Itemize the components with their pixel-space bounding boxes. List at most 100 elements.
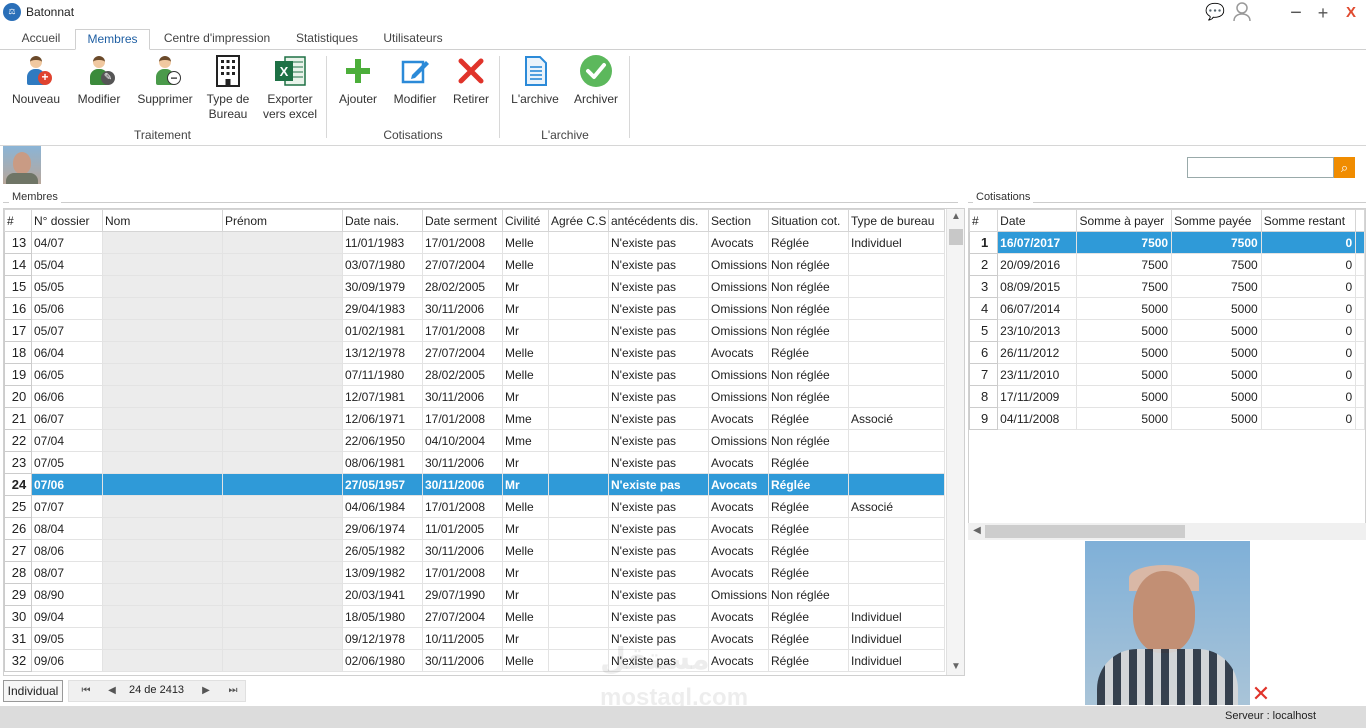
column-header[interactable]: # [969,209,999,232]
column-header[interactable]: Somme payée [1171,209,1262,232]
row-number: 29 [4,583,32,606]
table-row[interactable]: 5 23/10/2013 5000 5000 0 [969,319,1365,342]
members-vertical-scrollbar[interactable]: ▲ ▼ [946,209,964,675]
table-row[interactable]: 7 23/11/2010 5000 5000 0 [969,363,1365,386]
filter-individual-button[interactable]: Individual [3,680,63,702]
table-cell: 29/07/1990 [422,583,503,606]
table-row[interactable]: 17 05/07 01/02/1981 17/01/2008 Mr N'existe pa… [4,319,945,342]
scrollbar-thumb[interactable] [949,229,963,245]
table-row[interactable]: 9 04/11/2008 5000 5000 0 [969,407,1365,430]
table-row[interactable]: 32 09/06 02/06/1980 30/11/2006 Melle N'existe… [4,649,945,672]
column-header[interactable]: Prénom [222,209,343,232]
table-row[interactable]: 28 08/07 13/09/1982 17/01/2008 Mr N'existe pa… [4,561,945,584]
retirer-button[interactable]: Retirer [448,54,494,107]
tab-utilisateurs[interactable]: Utilisateurs [376,29,450,50]
remove-photo-icon[interactable]: ✕ [1251,683,1271,705]
column-header[interactable]: Date [997,209,1078,232]
members-grid[interactable]: # N° dossier Nom Prénom Date nais. Date serme… [3,208,965,676]
table-row[interactable]: 18 06/04 13/12/1978 27/07/2004 Melle N'existe… [4,341,945,364]
table-cell: Avocats [708,605,769,628]
tab-accueil[interactable]: Accueil [12,29,70,50]
table-row[interactable]: 8 17/11/2009 5000 5000 0 [969,385,1365,408]
previous-record-icon[interactable]: ◀ [103,681,121,701]
exporter-excel-button[interactable]: X Exporter vers excel [259,54,321,122]
table-row[interactable]: 30 09/04 18/05/1980 27/07/2004 Melle N'existe… [4,605,945,628]
table-row[interactable]: 24 07/06 27/05/1957 30/11/2006 Mr N'existe pa… [4,473,945,496]
table-cell: 02/06/1980 [342,649,423,672]
table-row[interactable]: 22 07/04 22/06/1950 04/10/2004 Mme N'existe p… [4,429,945,452]
column-header[interactable]: Somme restant [1260,209,1357,232]
next-record-icon[interactable]: ▶ [197,681,215,701]
type-de-bureau-button[interactable]: Type de Bureau [202,54,254,122]
table-cell: 04/07 [31,231,103,254]
maximize-icon[interactable]: + [1312,2,1334,24]
table-cell: Non réglée [768,429,849,452]
tab-membres[interactable]: Membres [75,29,150,50]
table-cell [1355,231,1365,254]
table-row[interactable]: 16 05/06 29/04/1983 30/11/2006 Mr N'existe pa… [4,297,945,320]
column-header[interactable]: Civilité [502,209,549,232]
row-number: 16 [4,297,32,320]
table-row[interactable]: 2 20/09/2016 7500 7500 0 [969,253,1365,276]
search-input[interactable] [1187,157,1334,178]
table-row[interactable]: 25 07/07 04/06/1984 17/01/2008 Melle N'existe… [4,495,945,518]
column-header[interactable]: Date nais. [342,209,423,232]
search-icon[interactable]: ⌕ [1334,157,1355,178]
cotisations-horizontal-scrollbar[interactable]: ◀ [968,523,1366,540]
modifier-membre-button[interactable]: ✎ Modifier [70,54,128,107]
table-row[interactable]: 3 08/09/2015 7500 7500 0 [969,275,1365,298]
table-row[interactable]: 15 05/05 30/09/1979 28/02/2005 Mr N'existe pa… [4,275,945,298]
column-header[interactable]: N° dossier [31,209,103,232]
table-row[interactable]: 20 06/06 12/07/1981 30/11/2006 Mr N'existe pa… [4,385,945,408]
table-row[interactable]: 1 16/07/2017 7500 7500 0 [969,231,1365,254]
scroll-left-icon[interactable]: ◀ [968,523,986,539]
column-header[interactable]: antécédents dis. [608,209,709,232]
nouveau-button[interactable]: + Nouveau [6,54,66,107]
column-header[interactable]: Type de bureau [848,209,945,232]
table-cell: 28/02/2005 [422,275,503,298]
scroll-up-icon[interactable]: ▲ [947,209,965,225]
chat-icon[interactable]: 💬 [1204,2,1226,24]
scrollbar-thumb[interactable] [985,525,1185,538]
column-header[interactable]: Somme à payer [1076,209,1173,232]
table-row[interactable]: 26 08/04 29/06/1974 11/01/2005 Mr N'existe pa… [4,517,945,540]
column-header[interactable]: Date serment [422,209,503,232]
column-header[interactable]: Nom [102,209,223,232]
table-row[interactable]: 27 08/06 26/05/1982 30/11/2006 Melle N'existe… [4,539,945,562]
larchive-button[interactable]: L'archive [506,54,564,107]
table-cell [848,341,945,364]
first-record-icon[interactable]: ⏮ [77,681,95,701]
table-row[interactable]: 13 04/07 11/01/1983 17/01/2008 Melle N'existe… [4,231,945,254]
ajouter-button[interactable]: Ajouter [334,54,382,107]
close-icon[interactable]: X [1340,2,1362,24]
table-row[interactable]: 31 09/05 09/12/1978 10/11/2005 Mr N'existe p… [4,627,945,650]
table-row[interactable]: 4 06/07/2014 5000 5000 0 [969,297,1365,320]
table-cell [848,429,945,452]
tab-statistiques[interactable]: Statistiques [286,29,368,50]
table-cell [222,605,343,628]
cotisations-grid[interactable]: # Date Somme à payer Somme payée Somme resta… [968,208,1366,538]
column-header[interactable]: Situation cot. [768,209,849,232]
table-row[interactable]: 29 08/90 20/03/1941 29/07/1990 Mr N'existe pa… [4,583,945,606]
row-number: 14 [4,253,32,276]
table-row[interactable]: 14 05/04 03/07/1980 27/07/2004 Melle N'existe… [4,253,945,276]
column-header[interactable]: # [4,209,32,232]
table-row[interactable]: 6 26/11/2012 5000 5000 0 [969,341,1365,364]
modifier-cotisation-button[interactable]: Modifier [389,54,441,107]
supprimer-button[interactable]: − Supprimer [133,54,197,107]
table-cell [848,583,945,606]
table-row[interactable]: 21 06/07 12/06/1971 17/01/2008 Mme N'existe p… [4,407,945,430]
table-row[interactable]: 19 06/05 07/11/1980 28/02/2005 Melle N'existe… [4,363,945,386]
minimize-icon[interactable]: − [1285,2,1307,24]
table-cell: 04/06/1984 [342,495,423,518]
archiver-button[interactable]: Archiver [570,54,622,107]
table-cell [548,473,609,496]
column-header[interactable]: Section [708,209,769,232]
column-header[interactable] [1355,209,1365,232]
last-record-icon[interactable]: ⏭ [224,681,242,701]
column-header[interactable]: Agrée C.S [548,209,609,232]
user-icon[interactable] [1231,2,1253,24]
table-row[interactable]: 23 07/05 08/06/1981 30/11/2006 Mr N'existe pa… [4,451,945,474]
scroll-down-icon[interactable]: ▼ [947,659,965,675]
tab-centre-impression[interactable]: Centre d'impression [156,29,278,50]
